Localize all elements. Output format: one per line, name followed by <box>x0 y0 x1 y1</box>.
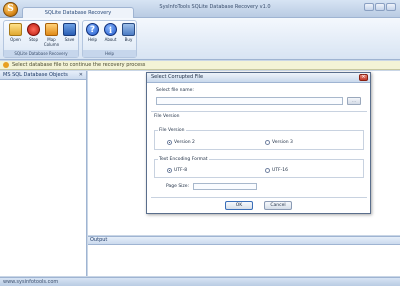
radio-label: UTF-16 <box>272 168 288 173</box>
encoding-group-title: Text Encoding Format <box>158 157 209 162</box>
panel-header: MS SQL Database Objects ✕ <box>0 71 86 80</box>
dialog-title-bar: Select Corrupted File × <box>147 73 370 83</box>
info-text: Select database file to continue the rec… <box>12 62 146 68</box>
page-size-input[interactable] <box>193 183 257 190</box>
select-file-label: Select file name: <box>156 88 194 93</box>
map-column-icon <box>45 23 58 36</box>
select-file-dialog: Select Corrupted File × Select file name… <box>146 72 371 214</box>
divider <box>151 197 367 198</box>
radio-selected-icon <box>167 140 172 145</box>
stop-icon <box>27 23 40 36</box>
radio-label: Version 3 <box>272 140 293 145</box>
file-version-section-label: File Version <box>154 114 180 119</box>
ribbon-tab-main[interactable]: SQLite Database Recovery <box>22 7 134 18</box>
ribbon-group-label: SQLite Database Recovery <box>4 50 78 57</box>
ribbon-group-help: ? Help i About Buy Help <box>82 20 137 58</box>
divider <box>151 111 367 112</box>
output-header: Output <box>88 237 400 245</box>
radio-unselected-icon <box>265 168 270 173</box>
close-window-icon[interactable] <box>386 3 396 11</box>
radio-version-2[interactable]: Version 2 <box>167 140 195 145</box>
help-label: Help <box>87 37 98 42</box>
file-path-input[interactable] <box>156 97 343 105</box>
about-icon: i <box>104 23 117 36</box>
pin-icon[interactable]: ✕ <box>79 71 83 79</box>
buy-icon <box>122 23 135 36</box>
open-label: Open <box>10 37 21 42</box>
ribbon-group-recovery: Open Stop Map Column Save SQLite Databas… <box>3 20 79 58</box>
status-bar: www.sysinfotools.com <box>0 277 400 286</box>
map-column-label: Map Column <box>43 37 60 47</box>
dialog-title: Select Corrupted File <box>151 74 204 80</box>
radio-utf-16[interactable]: UTF-16 <box>265 168 288 173</box>
minimize-icon[interactable] <box>364 3 374 11</box>
about-label: About <box>104 37 117 42</box>
file-version-group: File Version Version 2 Version 3 <box>154 128 364 150</box>
save-label: Save <box>64 37 75 42</box>
close-icon[interactable]: × <box>359 74 368 81</box>
radio-selected-icon <box>167 168 172 173</box>
cancel-button[interactable]: Cancel <box>264 201 292 210</box>
help-button[interactable]: ? Help <box>84 23 101 49</box>
file-version-group-title: File Version <box>158 128 186 133</box>
app-logo-icon[interactable]: S <box>3 2 18 17</box>
radio-unselected-icon <box>265 140 270 145</box>
object-tree-panel[interactable]: MS SQL Database Objects ✕ <box>0 71 87 276</box>
window-title: SysInfoTools SQLite Database Recovery v1… <box>159 4 271 10</box>
panel-title: MS SQL Database Objects <box>3 72 68 78</box>
open-folder-icon <box>9 23 22 36</box>
help-icon: ? <box>86 23 99 36</box>
ok-button[interactable]: OK <box>225 201 253 210</box>
window-controls <box>364 3 396 11</box>
output-panel[interactable]: Output <box>88 236 400 276</box>
maximize-icon[interactable] <box>375 3 385 11</box>
ribbon: Open Stop Map Column Save SQLite Databas… <box>0 18 400 60</box>
about-button[interactable]: i About <box>102 23 119 49</box>
radio-label: Version 2 <box>174 140 195 145</box>
info-bar: Select database file to continue the rec… <box>0 61 400 70</box>
buy-button[interactable]: Buy <box>120 23 137 49</box>
radio-version-3[interactable]: Version 3 <box>265 140 293 145</box>
info-icon <box>3 62 9 68</box>
page-size-label: Page Size: <box>166 184 190 189</box>
save-button[interactable]: Save <box>61 23 78 49</box>
save-icon <box>63 23 76 36</box>
map-column-button[interactable]: Map Column <box>43 23 60 49</box>
status-text: www.sysinfotools.com <box>3 279 59 285</box>
stop-button[interactable]: Stop <box>25 23 42 49</box>
title-bar: S SQLite Database Recovery SysInfoTools … <box>0 0 400 18</box>
buy-label: Buy <box>124 37 133 42</box>
browse-button[interactable]: ... <box>347 97 361 105</box>
radio-utf-8[interactable]: UTF-8 <box>167 168 187 173</box>
open-button[interactable]: Open <box>7 23 24 49</box>
ribbon-group-label: Help <box>83 50 136 57</box>
stop-label: Stop <box>28 37 39 42</box>
radio-label: UTF-8 <box>174 168 188 173</box>
encoding-group: Text Encoding Format UTF-8 UTF-16 <box>154 157 364 178</box>
